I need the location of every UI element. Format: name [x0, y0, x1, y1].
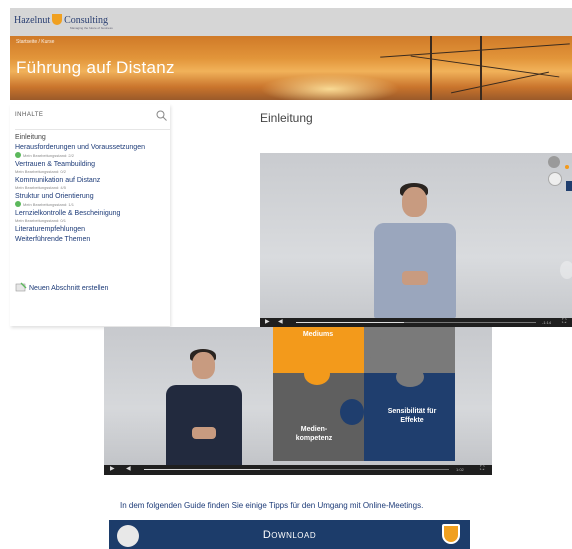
new-section-icon: [15, 282, 27, 292]
toc-item-progress-text: Mein Bearbeitungsstand: 2/2: [23, 153, 74, 158]
toc-item-label: Lernzielkontrolle & Bescheinigung: [15, 210, 121, 217]
puzzle-label-left: Medien- kompetenz: [295, 426, 333, 442]
new-section-label: Neuen Abschnitt erstellen: [29, 285, 109, 292]
toc-item-label: Weiterführende Themen: [15, 236, 91, 243]
toc-item[interactable]: Einleitung: [15, 134, 166, 142]
toc-list: Einleitung Herausforderungen und Vorausse…: [15, 134, 166, 246]
toc-item-progress-text: Mein Bearbeitungsstand: 0/1: [15, 218, 66, 223]
search-icon[interactable]: [156, 110, 167, 121]
puzzle-label-top: Mediums: [302, 331, 334, 338]
toc-item-progress: Mein Bearbeitungsstand: 0/1: [15, 218, 166, 224]
puzzle-knob: [396, 367, 424, 387]
toc-item-progress: Mein Bearbeitungsstand: 2/2: [15, 152, 166, 159]
toc-item-progress: Mein Bearbeitungsstand: 4/5: [15, 185, 166, 191]
video-controls-1: ▶ ◀ -1:14 ⛶: [260, 318, 572, 327]
hero-banner: Startseite / Kurse Führung auf Distanz: [10, 36, 572, 100]
ship-mast: [480, 36, 482, 100]
ship-mast: [430, 36, 432, 100]
fullscreen-icon[interactable]: ⛶: [480, 466, 484, 473]
toc-item-progress: Mein Bearbeitungsstand: 0/2: [15, 169, 166, 175]
ship-rigging: [450, 71, 550, 94]
play-icon[interactable]: ▶: [265, 319, 270, 326]
section-title: Einleitung: [260, 111, 313, 125]
video-time-1: -1:14: [542, 320, 552, 325]
puzzle-label-right: Sensibilität für Effekte: [387, 408, 437, 424]
check-icon: [15, 152, 21, 158]
check-icon: [15, 201, 21, 207]
video-time-2: 1:02: [456, 467, 464, 472]
video-player-2[interactable]: Mediums Medien- kompetenz Sensibilität f…: [104, 327, 492, 475]
toc-item[interactable]: Lernzielkontrolle & Bescheinigung Mein Be…: [15, 210, 166, 224]
download-label: Download: [262, 529, 317, 541]
play-icon[interactable]: ▶: [110, 466, 115, 473]
toc-heading: INHALTE: [15, 112, 44, 118]
toc-item[interactable]: Struktur und Orientierung Mein Bearbeitun…: [15, 193, 166, 208]
seek-progress-1: [296, 322, 404, 323]
toc-item-label: Kommunikation auf Distanz: [15, 177, 101, 184]
toc-item[interactable]: Kommunikation auf Distanz Mein Bearbeitun…: [15, 177, 166, 191]
seek-progress-2: [144, 469, 260, 470]
toc-item-label: Struktur und Orientierung: [15, 193, 94, 200]
deco-circle: [548, 172, 562, 186]
toc-item[interactable]: Weiterführende Themen: [15, 236, 166, 244]
toc-item-progress-text: Mein Bearbeitungsstand: 0/2: [15, 169, 66, 174]
page-title: Führung auf Distanz: [16, 58, 175, 77]
puzzle-knob: [340, 399, 364, 425]
toc-divider: [15, 129, 170, 130]
toc-item-label: Literaturempfehlungen: [15, 226, 86, 233]
video-player-1[interactable]: ▶ ◀ -1:14 ⛶: [260, 153, 572, 327]
puzzle-knob: [366, 337, 384, 359]
volume-icon[interactable]: ◀: [278, 319, 283, 326]
brand-tagline: Managing the future of business: [70, 26, 113, 30]
shield-logo-icon: [52, 14, 63, 25]
toc-item-progress: Mein Bearbeitungsstand: 1/1: [15, 201, 166, 208]
intro-paragraph: In dem folgenden Guide finden Sie einige…: [120, 501, 424, 510]
brand-logo[interactable]: Hazelnut Consulting: [14, 14, 108, 26]
watermark-icon: [560, 261, 572, 279]
toc-item-label: Herausforderungen und Voraussetzungen: [15, 144, 145, 151]
puzzle-knob: [304, 363, 330, 385]
presenter-figure: [162, 349, 246, 467]
deco-circle: [548, 156, 560, 168]
presenter-figure: [368, 183, 462, 318]
ship-rigging: [380, 43, 570, 58]
toc-item-progress-text: Mein Bearbeitungsstand: 1/1: [23, 202, 74, 207]
toc-item-label: Vertrauen & Teambuilding: [15, 161, 96, 168]
toc-item-progress-text: Mein Bearbeitungsstand: 4/5: [15, 185, 66, 190]
sunset-glow: [260, 74, 400, 100]
brand-name-right: Consulting: [64, 15, 108, 26]
toc-item[interactable]: Literaturempfehlungen: [15, 226, 166, 234]
shield-logo-icon: [442, 524, 460, 544]
new-section-link[interactable]: Neuen Abschnitt erstellen: [15, 282, 108, 292]
deco-dot: [565, 165, 569, 169]
deco-block: [566, 181, 572, 191]
download-button[interactable]: Download: [109, 520, 470, 549]
toc-item[interactable]: Herausforderungen und Voraussetzungen Mei…: [15, 144, 166, 159]
brand-bar: Hazelnut Consulting Managing the future o…: [10, 8, 572, 36]
volume-icon[interactable]: ◀: [126, 466, 131, 473]
toc-item-label: Einleitung: [15, 134, 46, 141]
toc-panel: INHALTE Einleitung Herausforderungen und …: [10, 104, 170, 326]
brand-name-left: Hazelnut: [14, 15, 51, 26]
toc-item[interactable]: Vertrauen & Teambuilding Mein Bearbeitung…: [15, 161, 166, 175]
fullscreen-icon[interactable]: ⛶: [562, 319, 566, 326]
breadcrumb[interactable]: Startseite / Kurse: [16, 39, 54, 45]
video-controls-2: ▶ ◀ 1:02 ⛶: [104, 465, 492, 475]
